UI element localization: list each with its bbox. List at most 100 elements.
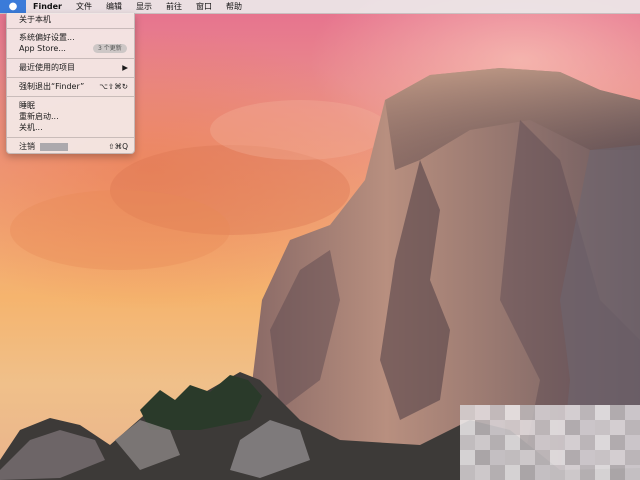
mosaic-tile [595,465,610,480]
mosaic-tile [550,420,565,435]
mosaic-tile [475,435,490,450]
shortcut-label: ⌥⇧⌘↻ [99,82,128,91]
menu-separator [7,96,134,97]
mosaic-tile [625,405,640,420]
menu-view[interactable]: 显示 [129,0,159,13]
apple-logo-icon: ● [8,1,18,12]
menu-item-force-quit[interactable]: 强制退出“Finder” ⌥⇧⌘↻ [7,81,134,92]
mosaic-tile [475,465,490,480]
mosaic-tile [565,405,580,420]
mosaic-tile [505,405,520,420]
mosaic-tile [625,420,640,435]
mosaic-tile [535,465,550,480]
update-badge: 3 个更新 [93,44,127,53]
mosaic-tile [610,405,625,420]
apple-dropdown-menu: 关于本机 系统偏好设置... App Store... 3 个更新 最近使用的项… [6,13,135,154]
mosaic-tile [580,405,595,420]
mosaic-tile [505,450,520,465]
submenu-arrow-icon: ▶ [122,63,128,72]
mosaic-tile [550,450,565,465]
mosaic-tile [490,450,505,465]
pixelated-watermark [460,405,640,480]
menu-item-logout[interactable]: 注销 ⇧⌘Q [7,141,134,152]
menu-item-system-preferences[interactable]: 系统偏好设置... [7,32,134,43]
redacted-username [40,143,68,151]
menu-separator [7,58,134,59]
shortcut-label: ⇧⌘Q [108,142,128,151]
mosaic-tile [520,465,535,480]
mosaic-tile [460,405,475,420]
mosaic-tile [520,435,535,450]
menu-item-shutdown[interactable]: 关机... [7,122,134,133]
mosaic-tile [505,420,520,435]
mosaic-tile [460,420,475,435]
mosaic-tile [490,465,505,480]
menu-separator [7,28,134,29]
mosaic-tile [610,465,625,480]
menu-item-label: 强制退出“Finder” [19,82,85,91]
mosaic-tile [535,450,550,465]
mosaic-tile [460,465,475,480]
menu-item-sleep[interactable]: 睡眠 [7,100,134,111]
mosaic-tile [565,420,580,435]
menu-window[interactable]: 窗口 [189,0,219,13]
mosaic-tile [550,465,565,480]
menu-separator [7,137,134,138]
mosaic-tile [565,435,580,450]
mosaic-tile [580,435,595,450]
menu-item-label: 关机... [19,123,43,132]
menu-item-label: 重新启动... [19,112,59,121]
menu-edit[interactable]: 编辑 [99,0,129,13]
menu-item-app-store[interactable]: App Store... 3 个更新 [7,43,134,54]
mosaic-tile [490,405,505,420]
menu-help[interactable]: 帮助 [219,0,249,13]
menu-separator [7,77,134,78]
mosaic-tile [535,420,550,435]
mosaic-tile [595,435,610,450]
mosaic-tile [475,420,490,435]
mosaic-tile [625,465,640,480]
menu-item-label: App Store... [19,44,66,53]
mosaic-tile [490,435,505,450]
mosaic-tile [460,450,475,465]
mosaic-tile [475,450,490,465]
mosaic-tile [625,435,640,450]
menu-item-about[interactable]: 关于本机 [7,14,134,25]
mosaic-tile [535,405,550,420]
mosaic-tile [460,435,475,450]
menu-item-label: 最近使用的项目 [19,63,75,72]
menu-item-label: 睡眠 [19,101,35,110]
menu-item-restart[interactable]: 重新启动... [7,111,134,122]
menu-go[interactable]: 前往 [159,0,189,13]
mosaic-tile [580,420,595,435]
menu-item-label: 系统偏好设置... [19,33,75,42]
mosaic-tile [550,405,565,420]
mosaic-tile [625,450,640,465]
mosaic-tile [595,450,610,465]
menu-item-recent-items[interactable]: 最近使用的项目 ▶ [7,62,134,73]
mosaic-tile [520,405,535,420]
mosaic-tile [610,450,625,465]
mosaic-tile [580,465,595,480]
menu-item-label: 关于本机 [19,15,51,24]
mosaic-tile [595,405,610,420]
mosaic-tile [595,420,610,435]
menu-item-label: 注销 [19,142,35,151]
mosaic-tile [610,420,625,435]
mosaic-tile [520,450,535,465]
menu-file[interactable]: 文件 [69,0,99,13]
mosaic-tile [475,405,490,420]
apple-menu-button[interactable]: ● [0,0,26,13]
mosaic-tile [535,435,550,450]
mosaic-tile [565,450,580,465]
menu-finder[interactable]: Finder [26,0,69,13]
mosaic-tile [490,420,505,435]
mosaic-tile [520,420,535,435]
menu-bar: ● Finder 文件 编辑 显示 前往 窗口 帮助 [0,0,640,14]
mosaic-tile [550,435,565,450]
mosaic-tile [580,450,595,465]
mosaic-tile [505,435,520,450]
mosaic-tile [565,465,580,480]
mosaic-tile [610,435,625,450]
mosaic-tile [505,465,520,480]
